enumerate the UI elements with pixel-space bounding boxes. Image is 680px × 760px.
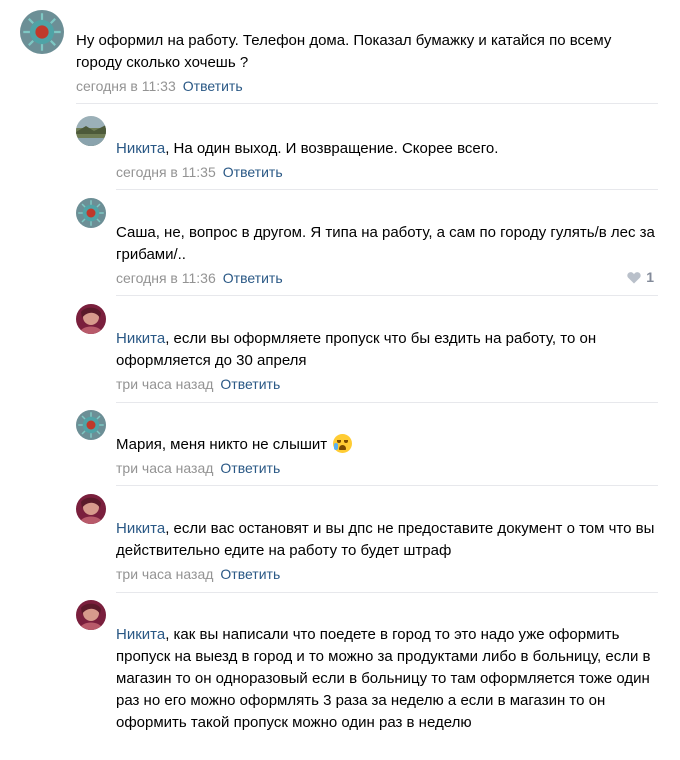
comment: Никита, если вас остановят и вы дпс не п… xyxy=(116,518,656,584)
comment-text: , На один выход. И возвращение. Скорее в… xyxy=(165,140,499,157)
comment-time[interactable]: три часа назад xyxy=(116,460,213,476)
comment-meta: сегодня в 11:33 Ответить xyxy=(76,76,636,96)
comment-meta: сегодня в 11:35 Ответить xyxy=(116,162,656,182)
divider xyxy=(116,189,658,190)
avatar[interactable] xyxy=(76,494,106,524)
like-count: 1 xyxy=(646,269,654,285)
author-link[interactable]: Никита xyxy=(116,140,165,157)
divider xyxy=(76,103,658,104)
comment-text: Саша, не, вопрос в другом. Я типа на раб… xyxy=(116,224,655,263)
reply-button[interactable]: Ответить xyxy=(220,460,280,476)
comment: Никита, если вы оформляете пропуск что б… xyxy=(116,328,656,394)
comment: Мария, меня никто не слышит три часа наз… xyxy=(116,434,656,478)
reply-button[interactable]: Ответить xyxy=(183,78,243,94)
portrait-avatar-icon xyxy=(76,600,106,630)
virus-avatar-icon xyxy=(20,10,64,54)
reply-button[interactable]: Ответить xyxy=(223,270,283,286)
comment: Никита, как вы написали что поедете в го… xyxy=(116,624,656,734)
comment-text: Мария, меня никто не слышит xyxy=(116,436,328,453)
comment-meta: три часа назад Ответить xyxy=(116,374,656,394)
crying-face-emoji-icon xyxy=(333,434,353,453)
avatar[interactable] xyxy=(20,10,64,54)
comment-time[interactable]: сегодня в 11:35 xyxy=(116,164,216,180)
avatar[interactable] xyxy=(76,410,106,440)
portrait-avatar-icon xyxy=(76,494,106,524)
comment-time[interactable]: сегодня в 11:36 xyxy=(116,270,216,286)
reply-button[interactable]: Ответить xyxy=(220,566,280,582)
divider xyxy=(116,485,658,486)
reply-button[interactable]: Ответить xyxy=(220,376,280,392)
reply-button[interactable]: Ответить xyxy=(223,164,283,180)
comment-time[interactable]: три часа назад xyxy=(116,376,213,392)
comment: Ну оформил на работу. Телефон дома. Пока… xyxy=(76,30,636,96)
comment-meta: три часа назад Ответить xyxy=(116,458,656,478)
avatar[interactable] xyxy=(76,198,106,228)
avatar[interactable] xyxy=(76,116,106,146)
divider xyxy=(116,592,658,593)
author-link[interactable]: Никита xyxy=(116,626,165,643)
avatar[interactable] xyxy=(76,304,106,334)
comment-meta: сегодня в 11:36 Ответить xyxy=(116,268,656,288)
author-link[interactable]: Никита xyxy=(116,330,165,347)
comment-meta: три часа назад Ответить xyxy=(116,564,656,584)
virus-avatar-icon xyxy=(76,198,106,228)
comment-time[interactable]: сегодня в 11:33 xyxy=(76,78,176,94)
portrait-avatar-icon xyxy=(76,304,106,334)
avatar[interactable] xyxy=(76,600,106,630)
divider xyxy=(116,295,658,296)
heart-icon xyxy=(627,271,641,283)
divider xyxy=(116,402,658,403)
comment-text: Ну оформил на работу. Телефон дома. Пока… xyxy=(76,32,612,71)
comment: Саша, не, вопрос в другом. Я типа на раб… xyxy=(116,222,656,288)
comment-text: , как вы написали что поедете в город то… xyxy=(116,626,651,731)
comment: Никита, На один выход. И возвращение. Ск… xyxy=(116,138,656,182)
comment-time[interactable]: три часа назад xyxy=(116,566,213,582)
landscape-avatar-icon xyxy=(76,116,106,146)
author-link[interactable]: Никита xyxy=(116,520,165,537)
comment-text: , если вы оформляете пропуск что бы езди… xyxy=(116,330,597,369)
comment-text: , если вас остановят и вы дпс не предост… xyxy=(116,520,655,559)
virus-avatar-icon xyxy=(76,410,106,440)
like-button[interactable]: 1 xyxy=(627,269,654,285)
